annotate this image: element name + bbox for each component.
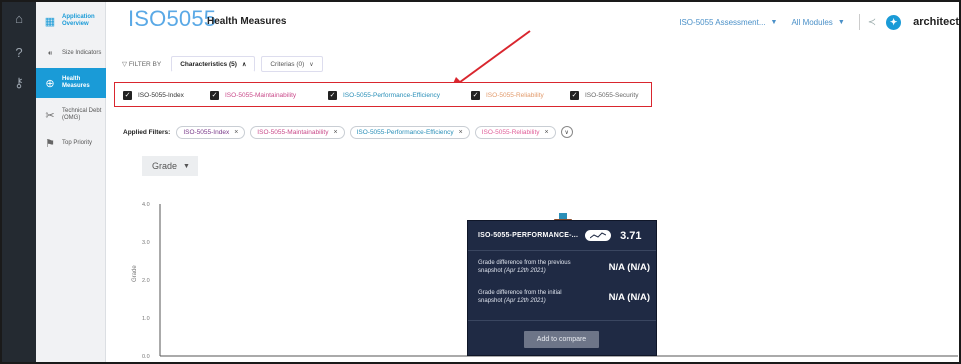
tab-characteristics[interactable]: Characteristics (5) ∧ [171,56,256,72]
sidebar-item-top-priority[interactable]: ⚑ Top Priority [36,128,106,158]
checkbox-iso-5055-reliability[interactable]: ✓ ISO-5055-Reliability [471,91,570,100]
checkmark-icon: ✓ [210,91,219,100]
data-point-cap [559,213,567,220]
checkmark-icon: ✓ [471,91,480,100]
divider [468,320,656,321]
sidebar-item-label: Application Overview [62,14,95,27]
sidebar-item-label: Top Priority [62,139,93,146]
checkmark-icon: ✓ [123,91,132,100]
filter-label: ▽ FILTER BY [122,61,162,68]
caret-down-icon: ▼ [183,162,190,170]
caret-down-icon: ▼ [837,18,845,26]
dots-icon: ⁌ [47,47,53,60]
tooltip-row-initial: Grade difference from the initial snapsh… [478,290,650,304]
filter-chip[interactable]: ISO-5055-Maintainability × [250,125,345,139]
close-icon[interactable]: × [234,129,238,136]
add-to-compare-button[interactable]: Add to compare [524,331,599,348]
checkmark-icon: ✓ [570,91,579,100]
health-icon: ⊕ [45,77,55,90]
icon-rail: ⌂ ? ⚷ [2,2,36,362]
chevron-down-icon: ∨ [309,61,314,68]
help-icon[interactable]: ? [10,44,28,62]
page-subtitle: Health Measures [207,16,287,27]
y-tick-label: 2.0 [142,278,150,284]
filter-chip[interactable]: ISO-5055-Index × [176,125,246,139]
checkbox-iso-5055-maintainability[interactable]: ✓ ISO-5055-Maintainability [210,91,328,100]
assessment-select[interactable]: ISO-5055 Assessment... ▼ [679,18,777,27]
applied-filters-label: Applied Filters: [123,128,171,136]
sidebar-item-label: Size Indicators [62,49,102,56]
sidebar-item-size-indicators[interactable]: ⁌ Size Indicators [36,38,106,68]
checkbox-iso-5055-performance-efficiency[interactable]: ✓ ISO-5055-Performance-Efficiency [328,91,471,100]
y-axis-label: Grade [132,265,138,282]
filter-icon: ▽ [122,61,127,68]
key-icon[interactable]: ⚷ [10,74,28,92]
sidebar-item-technical-debt[interactable]: ✂ Technical Debt (OMG) [36,100,106,130]
filter-bar: ▽ FILTER BY Characteristics (5) ∧ Criter… [122,56,329,72]
y-tick-label: 0.0 [142,354,150,360]
characteristics-checkboxes: ✓ ISO-5055-Index ✓ ISO-5055-Maintainabil… [123,90,638,101]
trend-icon [585,230,612,241]
close-icon[interactable]: × [333,129,337,136]
priority-icon: ⚑ [45,137,55,150]
sidebar-item-label: Health Measures [62,76,90,89]
tools-icon: ✂ [45,109,55,122]
sidebar-item-label: Technical Debt (OMG) [62,108,102,121]
tooltip-value: 3.71 [620,229,642,242]
sidebar-item-application-overview[interactable]: ▦ Application Overview [36,6,106,36]
y-tick-label: 1.0 [142,316,150,322]
home-icon[interactable]: ⌂ [10,10,28,28]
tooltip-row-previous: Grade difference from the previous snaps… [478,260,650,274]
checkbox-iso-5055-security[interactable]: ✓ ISO-5055-Security [570,91,638,100]
header-controls: ISO-5055 Assessment... ▼ All Modules ▼ ≺… [679,14,959,30]
filter-chip[interactable]: ISO-5055-Performance-Efficiency × [349,125,470,139]
expand-filters-button[interactable]: ∨ [560,126,573,138]
sidebar: ▦ Application Overview ⁌ Size Indicators… [36,2,106,362]
brand-logo-icon[interactable]: ✦ [886,14,902,30]
brand-name: architect [913,16,959,28]
y-tick-label: 3.0 [142,240,150,246]
caret-down-icon: ▼ [770,18,778,26]
filter-chip[interactable]: ISO-5055-Reliability × [474,125,556,139]
close-icon[interactable]: × [545,129,549,136]
tooltip-row-value: N/A (N/A) [608,291,650,303]
checkmark-icon: ✓ [328,91,337,100]
data-tooltip: ISO-5055-PERFORMANCE-... 3.71 Grade diff… [467,220,657,356]
tooltip-name: ISO-5055-PERFORMANCE-... [478,232,579,239]
modules-select[interactable]: All Modules ▼ [791,18,844,27]
grade-select[interactable]: Grade ▼ [142,156,198,176]
share-icon[interactable]: ≺ [868,17,876,28]
chevron-up-icon: ∧ [241,61,247,68]
sidebar-item-health-measures[interactable]: ⊕ Health Measures [36,68,106,98]
tooltip-header: ISO-5055-PERFORMANCE-... 3.71 [468,221,656,251]
assessment-select-value: ISO-5055 Assessment... [679,17,766,27]
grid-icon: ▦ [44,15,56,28]
applied-filters: Applied Filters: ISO-5055-Index × ISO-50… [123,125,573,139]
modules-select-value: All Modules [791,17,833,27]
tab-criterias[interactable]: Criterias (0) ∨ [261,56,323,72]
divider [858,14,860,30]
checkbox-iso-5055-index[interactable]: ✓ ISO-5055-Index [123,91,210,100]
tooltip-row-value: N/A (N/A) [608,261,650,273]
close-icon[interactable]: × [459,129,463,136]
page-title: ISO5055 [128,6,217,31]
app-window: ⌂ ? ⚷ ▦ Application Overview ⁌ Size Indi… [0,0,961,364]
y-tick-label: 4.0 [142,202,150,208]
